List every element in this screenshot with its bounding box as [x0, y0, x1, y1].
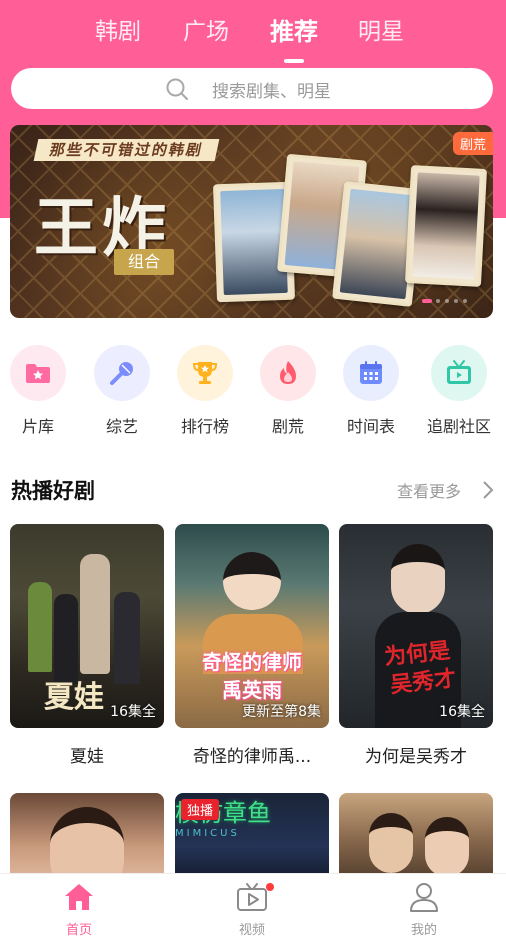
category-label: 追剧社区	[426, 417, 491, 436]
calendar-icon	[360, 361, 382, 384]
category-label: 排行榜	[180, 417, 229, 436]
exclusive-badge: 独播	[181, 799, 220, 820]
poster-title-art: 奇怪的律师	[202, 650, 302, 674]
profile-icon	[410, 883, 438, 912]
pagination-dot	[445, 299, 449, 303]
category-drama-shortage[interactable]: 剧荒	[246, 345, 330, 440]
category-variety[interactable]: 综艺	[80, 345, 164, 440]
active-tab-indicator	[284, 59, 304, 63]
poster-title-art: 禹英雨	[222, 678, 282, 702]
top-tab-bar: 韩剧 广场 推荐 明星	[0, 10, 506, 63]
poster-figure	[391, 544, 445, 614]
nav-home[interactable]: 首页	[29, 874, 129, 937]
nav-label: 视频	[238, 923, 265, 937]
poster-subtitle-art: MIMICUS	[175, 828, 240, 839]
poster-figure	[425, 817, 469, 877]
nav-profile[interactable]: 我的	[374, 874, 474, 937]
episode-badge: 更新至第8集	[242, 704, 321, 720]
category-label: 综艺	[105, 417, 138, 436]
pagination-dot	[463, 299, 467, 303]
show-title[interactable]: 奇怪的律师禹...	[175, 742, 329, 767]
poster-figure	[80, 554, 110, 674]
search-icon	[166, 78, 188, 100]
show-title[interactable]: 夏娃	[10, 742, 164, 767]
poster-figure	[50, 807, 124, 883]
trophy-icon	[192, 362, 218, 384]
pagination-dot	[454, 299, 458, 303]
nav-video[interactable]: 视频	[202, 874, 302, 937]
tab-korean-drama[interactable]: 韩剧	[95, 12, 141, 46]
poster-figure	[54, 594, 78, 684]
category-rankings[interactable]: 排行榜	[163, 345, 247, 440]
microphone-icon	[110, 362, 133, 385]
poster-title-art: 夏娃	[44, 680, 104, 715]
bottom-navigation: 首页 视频 我的	[0, 873, 506, 937]
home-icon	[65, 884, 93, 910]
nav-label: 我的	[410, 923, 437, 937]
show-poster[interactable]	[10, 793, 164, 883]
category-label: 剧荒	[271, 417, 304, 436]
video-tv-icon	[237, 883, 267, 911]
folder-star-icon	[26, 364, 50, 383]
category-community[interactable]: 追剧社区	[417, 345, 501, 440]
tv-icon	[447, 360, 471, 384]
search-placeholder: 搜索剧集、明星	[212, 82, 331, 102]
show-poster[interactable]: 独播 模仿章鱼 MIMICUS	[175, 793, 329, 883]
show-poster[interactable]: 奇怪的律师 禹英雨 更新至第8集	[175, 524, 329, 728]
episode-badge: 16集全	[110, 704, 156, 720]
tab-recommend[interactable]: 推荐	[270, 12, 318, 47]
tab-stars[interactable]: 明星	[358, 12, 404, 46]
category-schedule[interactable]: 时间表	[329, 345, 413, 440]
tab-square[interactable]: 广场	[183, 12, 229, 46]
category-label: 时间表	[346, 417, 395, 436]
nav-label: 首页	[65, 923, 92, 937]
promo-banner[interactable]: 那些不可错过的韩剧 王炸 组合 剧荒	[10, 125, 493, 318]
pagination-dot	[422, 299, 432, 303]
see-more-link[interactable]: 查看更多	[397, 478, 461, 502]
pagination-dot	[436, 299, 440, 303]
poster-figure	[223, 552, 281, 610]
episode-badge: 16集全	[439, 704, 485, 720]
category-library[interactable]: 片库	[0, 345, 80, 440]
chevron-right-icon[interactable]	[481, 480, 495, 500]
poster-figure	[28, 582, 52, 672]
flame-icon	[280, 361, 296, 384]
banner-tag: 剧荒	[452, 132, 493, 155]
category-shortcuts: 片库 综艺 排行榜 剧荒 时间表 追剧社区	[0, 345, 506, 440]
search-bar[interactable]: 搜索剧集、明星	[11, 68, 493, 109]
show-title[interactable]: 为何是吴秀才	[339, 742, 493, 767]
category-label: 片库	[21, 417, 54, 436]
show-poster[interactable]: 为何是 吴秀才 16集全	[339, 524, 493, 728]
show-poster[interactable]	[339, 793, 493, 883]
show-poster[interactable]: 夏娃 16集全	[10, 524, 164, 728]
notification-dot	[266, 883, 274, 891]
banner-ribbon: 那些不可错过的韩剧	[33, 139, 220, 161]
banner-photo-card	[404, 165, 488, 287]
poster-figure	[114, 592, 140, 684]
section-title: 热播好剧	[11, 479, 95, 503]
banner-subtitle: 组合	[114, 249, 175, 275]
poster-figure	[369, 813, 413, 873]
